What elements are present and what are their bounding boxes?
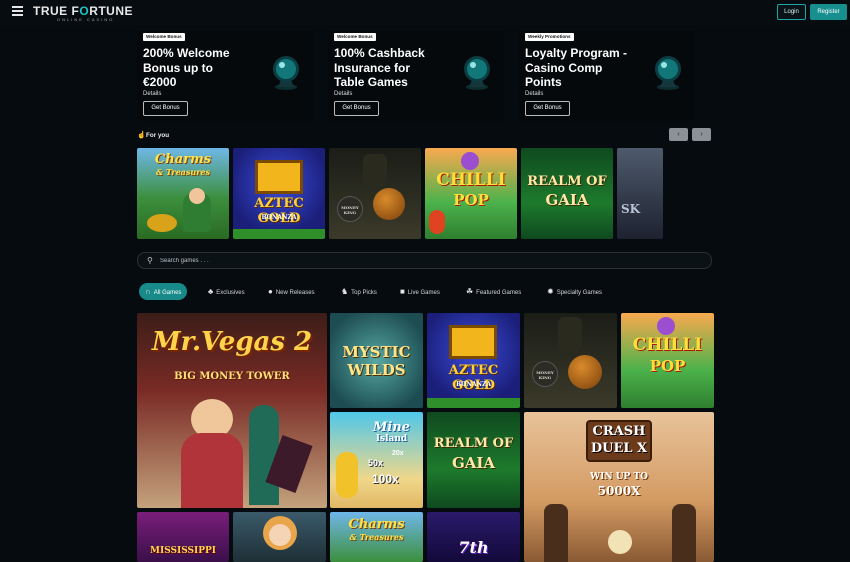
game-tile-sky-queen[interactable]: SK: [617, 148, 663, 239]
promo-details-link[interactable]: Details: [334, 91, 352, 97]
hamburger-menu-icon[interactable]: [12, 6, 23, 16]
game-tile-money-king[interactable]: MONEY KING: [329, 148, 421, 239]
promo-details-link[interactable]: Details: [525, 91, 543, 97]
dealer-icon: ■: [400, 287, 405, 296]
clover-icon: ☘: [466, 287, 474, 296]
game-tile-mine-island[interactable]: Mine Island 20x 50x 100x: [330, 412, 423, 508]
category-exclusives[interactable]: ♣ Exclusives: [208, 283, 245, 300]
game-tile-seventh[interactable]: 7th: [427, 512, 520, 562]
carousel-next-button[interactable]: ›: [692, 128, 711, 141]
promo-card-cashback: Welcome Bonus 100% Cashback Insurance fo…: [328, 31, 504, 121]
game-tile-chilli-pop-2[interactable]: CHILLI POP: [621, 313, 714, 408]
logo-text: TRUE FORTUNE: [33, 4, 134, 18]
category-live-games[interactable]: ■ Live Games: [400, 283, 440, 300]
crystal-ball-icon: [464, 56, 490, 90]
game-tile-mr-vegas-2[interactable]: Mr.Vegas 2 BIG MONEY TOWER: [137, 313, 327, 508]
category-all-games[interactable]: ∩ All Games: [139, 283, 188, 300]
game-tile-realm-of-gaia[interactable]: REALM OF GAIA: [521, 148, 613, 239]
get-bonus-button[interactable]: Get Bonus: [525, 101, 570, 116]
game-tile-mississippi[interactable]: MISSISSIPPI: [137, 512, 229, 562]
login-button[interactable]: Login: [777, 4, 806, 20]
game-tile-charms-treasures-2[interactable]: Charms & Treasures: [330, 512, 423, 562]
promo-title: Loyalty Program - Casino Comp Points: [525, 46, 628, 89]
for-you-heading: ☝For you: [137, 132, 170, 139]
cards-icon: ♣: [208, 287, 214, 296]
promo-details-link[interactable]: Details: [143, 91, 161, 97]
promo-tag: Weekly Promotions: [525, 33, 574, 41]
promo-title: 200% Welcome Bonus up to €2000: [143, 46, 230, 89]
game-tile-charms-treasures[interactable]: Charms & Treasures: [137, 148, 229, 239]
promo-tag: Welcome Bonus: [143, 33, 185, 41]
get-bonus-button[interactable]: Get Bonus: [143, 101, 188, 116]
promo-tag: Welcome Bonus: [334, 33, 376, 41]
promo-title: 100% Cashback Insurance for Table Games: [334, 46, 425, 89]
category-specialty-games[interactable]: ✹ Specialty Games: [547, 283, 602, 300]
get-bonus-button[interactable]: Get Bonus: [334, 101, 379, 116]
game-tile-aztec-gold[interactable]: AZTEC GOLD BONANZA: [233, 148, 325, 239]
category-featured-games[interactable]: ☘ Featured Games: [466, 283, 521, 300]
game-tile-mystic-wilds[interactable]: MYSTIC WILDS: [330, 313, 423, 408]
crystal-ball-icon: [655, 56, 681, 90]
game-tile-money-king-2[interactable]: MONEY KING: [524, 313, 617, 408]
category-top-picks[interactable]: ♞ Top Picks: [341, 283, 377, 300]
site-logo[interactable]: TRUE FORTUNE ONLINE CASINO: [33, 4, 133, 22]
top-navigation-bar: TRUE FORTUNE ONLINE CASINO Login Registe…: [0, 0, 850, 26]
crystal-ball-icon: [273, 56, 299, 90]
register-button[interactable]: Register: [810, 4, 847, 20]
game-tile-doll[interactable]: [233, 512, 326, 562]
game-tile-aztec-gold-bonanza[interactable]: AZTEC GOLD BONANZA: [427, 313, 520, 408]
trophy-icon: ♞: [341, 287, 349, 296]
promo-card-loyalty: Weekly Promotions Loyalty Program - Casi…: [519, 31, 695, 121]
search-icon: ⚲: [147, 256, 153, 265]
category-new-releases[interactable]: ● New Releases: [268, 283, 315, 300]
game-tile-crash-duel-x[interactable]: CRASH DUEL X WIN UP TO 5000X: [524, 412, 714, 562]
thumbs-up-icon: ☝: [137, 132, 146, 139]
game-tile-chilli-pop[interactable]: CHILLI POP: [425, 148, 517, 239]
promo-card-welcome-bonus: Welcome Bonus 200% Welcome Bonus up to €…: [137, 31, 313, 121]
carousel-prev-button[interactable]: ‹: [669, 128, 688, 141]
search-input[interactable]: [160, 255, 700, 266]
search-bar[interactable]: ⚲: [137, 252, 712, 269]
game-tile-realm-of-gaia-2[interactable]: REALM OF GAIA: [427, 412, 520, 508]
chips-icon: ●: [268, 287, 273, 296]
horseshoe-icon: ∩: [145, 287, 151, 296]
wheel-icon: ✹: [547, 287, 554, 296]
